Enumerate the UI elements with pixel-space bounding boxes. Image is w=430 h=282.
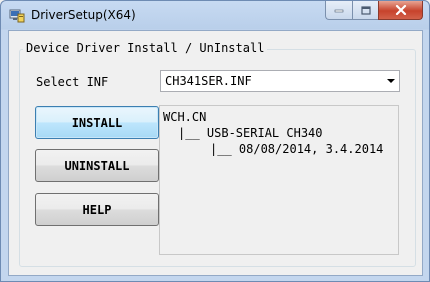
client-area: Device Driver Install / UnInstall Select… xyxy=(8,30,423,276)
group-title: Device Driver Install / UnInstall xyxy=(23,41,268,55)
maximize-icon xyxy=(360,5,371,15)
driver-setup-window: DriverSetup(X64) Device Driver Install /… xyxy=(0,0,430,282)
install-button[interactable]: INSTALL xyxy=(35,106,159,139)
window-title: DriverSetup(X64) xyxy=(31,8,136,22)
inf-select-dropdown[interactable]: CH341SER.INF xyxy=(160,70,400,92)
title-bar[interactable]: DriverSetup(X64) xyxy=(1,1,429,30)
app-icon xyxy=(9,7,25,23)
version-text: |__ 08/08/2014, 3.4.2014 xyxy=(210,142,384,156)
close-icon xyxy=(395,5,406,15)
help-button[interactable]: HELP xyxy=(35,193,159,226)
chevron-down-icon[interactable] xyxy=(387,79,395,83)
vendor-text: WCH.CN xyxy=(163,110,207,124)
device-text: |__ USB-SERIAL CH340 xyxy=(178,126,323,140)
minimize-icon xyxy=(334,9,344,13)
inf-select-value: CH341SER.INF xyxy=(165,74,252,88)
uninstall-button[interactable]: UNINSTALL xyxy=(35,149,159,182)
minimize-button[interactable] xyxy=(325,1,352,20)
select-inf-label: Select INF xyxy=(36,75,109,89)
caption-buttons xyxy=(325,1,423,21)
maximize-button[interactable] xyxy=(352,1,378,20)
close-button[interactable] xyxy=(378,1,423,20)
driver-info-panel: WCH.CN |__ USB-SERIAL CH340 |__ 08/08/20… xyxy=(159,105,399,255)
